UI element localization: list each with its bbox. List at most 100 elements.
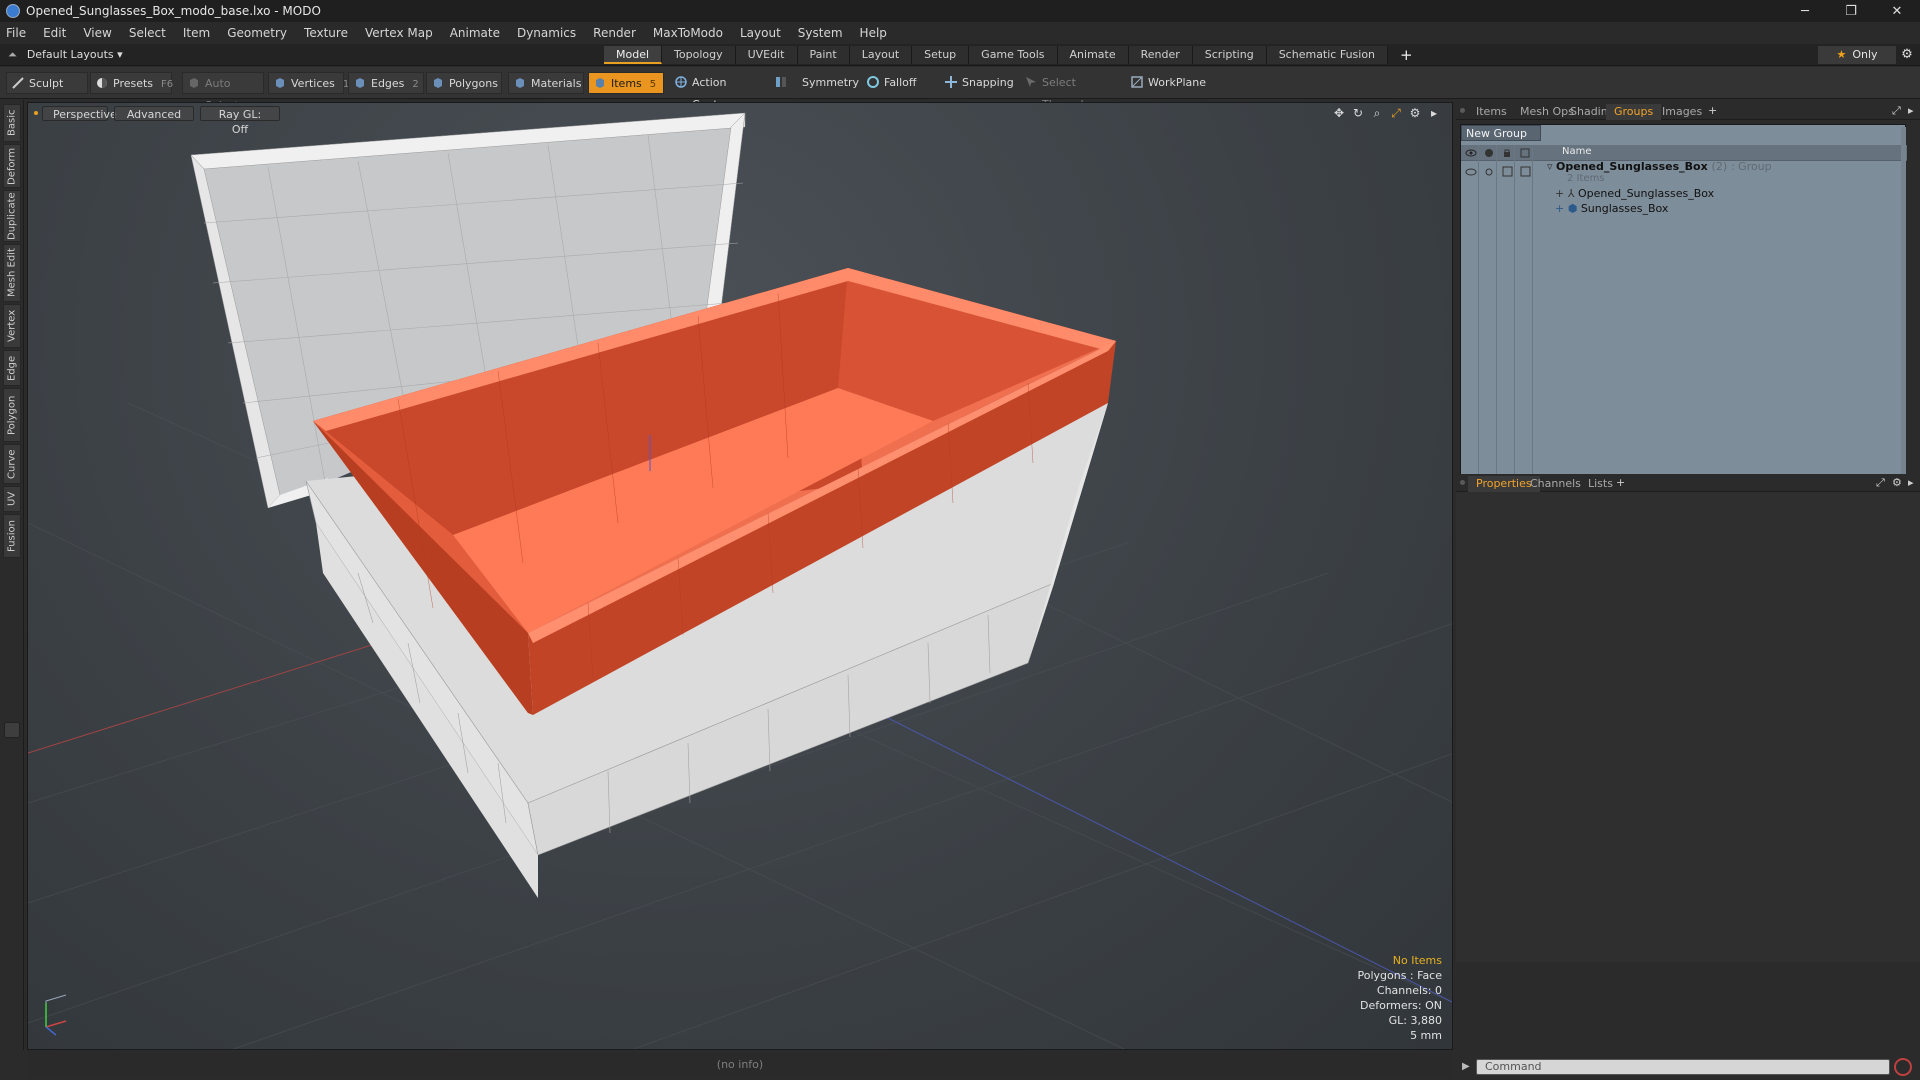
layout-gear-icon[interactable]: ⚙ — [1896, 46, 1918, 64]
add-tab-button[interactable]: + — [1388, 46, 1425, 64]
tab-animate[interactable]: Animate — [1057, 46, 1129, 64]
maximize-icon[interactable]: ⤢ — [1388, 106, 1404, 121]
layout-dropdown[interactable]: ⏶ Default Layouts ▾ — [8, 48, 123, 62]
edges-button[interactable]: Edges 2 — [348, 72, 424, 94]
menu-vertex-map[interactable]: Vertex Map — [365, 26, 433, 40]
menu-help[interactable]: Help — [860, 26, 887, 40]
tab-curve[interactable]: Curve — [3, 444, 21, 484]
menu-render[interactable]: Render — [593, 26, 636, 40]
tab-topology[interactable]: Topology — [662, 46, 736, 64]
shading-advanced-button[interactable]: Advanced — [114, 106, 194, 121]
menu-view[interactable]: View — [83, 26, 111, 40]
tab-duplicate[interactable]: Duplicate — [3, 190, 21, 242]
menu-animate[interactable]: Animate — [450, 26, 500, 40]
scene-canvas[interactable] — [28, 103, 1453, 1050]
expand-icon[interactable]: ⤢ — [1876, 476, 1885, 490]
tab-images[interactable]: Images — [1654, 104, 1710, 120]
tab-lists[interactable]: Lists — [1580, 476, 1621, 492]
menu-texture[interactable]: Texture — [304, 26, 348, 40]
minimize-button[interactable]: ─ — [1782, 0, 1828, 22]
rotate-icon[interactable]: ↻ — [1350, 106, 1366, 121]
command-record-button[interactable] — [1894, 1058, 1912, 1076]
tab-game-tools[interactable]: Game Tools — [969, 46, 1058, 64]
zoom-icon[interactable]: ⌕ — [1369, 106, 1385, 121]
add-panel-tab-button[interactable]: + — [1708, 104, 1717, 117]
tab-basic[interactable]: Basic — [3, 104, 21, 142]
items-button[interactable]: Items 5 — [588, 72, 664, 94]
move-icon[interactable]: ✥ — [1331, 106, 1347, 121]
restore-button[interactable]: ❐ — [1828, 0, 1874, 22]
menu-system[interactable]: System — [798, 26, 843, 40]
tab-layout[interactable]: Layout — [849, 46, 913, 64]
panel-arrow-icon[interactable]: ▸ — [1908, 104, 1914, 117]
command-history-icon[interactable]: ▶ — [1462, 1061, 1470, 1072]
tab-paint[interactable]: Paint — [797, 46, 850, 64]
presets-button[interactable]: Presets F6 — [90, 72, 173, 94]
action-center-button[interactable]: Action Center — [670, 72, 766, 111]
menu-edit[interactable]: Edit — [43, 26, 66, 40]
menu-geometry[interactable]: Geometry — [227, 26, 287, 40]
vertices-button[interactable]: Vertices 1 — [268, 72, 349, 94]
raygl-button[interactable]: Ray GL: Off — [200, 106, 280, 136]
menu-maxtomodo[interactable]: MaxToModo — [653, 26, 723, 40]
tab-items[interactable]: Items — [1468, 104, 1515, 120]
workplane-button[interactable]: WorkPlane — [1126, 72, 1212, 94]
panel-pin-icon[interactable] — [1460, 108, 1465, 113]
panel-pin-icon[interactable] — [1460, 480, 1465, 485]
tab-vertex[interactable]: Vertex — [3, 304, 21, 348]
materials-button[interactable]: Materials — [508, 72, 584, 94]
symmetry-button[interactable]: Symmetry — [770, 72, 860, 94]
panel-arrow-icon[interactable]: ▸ — [1908, 476, 1914, 489]
menu-select[interactable]: Select — [129, 26, 166, 40]
tab-uvedit[interactable]: UVEdit — [735, 46, 798, 64]
collapse-icon[interactable]: ⏶ — [8, 48, 17, 62]
polygons-button[interactable]: Polygons — [426, 72, 502, 94]
snapping-button[interactable]: Snapping — [940, 72, 1022, 94]
tab-polygon[interactable]: Polygon — [3, 388, 21, 442]
expand-icon[interactable]: ⤢ — [1892, 104, 1901, 118]
menu-item[interactable]: Item — [183, 26, 210, 40]
only-button[interactable]: ★ Only — [1818, 46, 1896, 64]
arrow-icon[interactable]: ▸ — [1426, 106, 1442, 121]
auto-select-button[interactable]: Auto Select — [182, 72, 264, 112]
tab-fusion[interactable]: Fusion — [3, 514, 21, 558]
tab-schematic-fusion[interactable]: Schematic Fusion — [1266, 46, 1389, 64]
new-group-button[interactable]: New Group — [1461, 125, 1541, 141]
tab-setup[interactable]: Setup — [912, 46, 970, 64]
tab-mesh-edit[interactable]: Mesh Edit — [3, 244, 21, 302]
add-panel-tab-button[interactable]: + — [1616, 476, 1625, 489]
falloff-icon — [867, 76, 879, 88]
3d-viewport[interactable]: Perspective Advanced Ray GL: Off ✥ ↻ ⌕ ⤢… — [27, 102, 1453, 1050]
polygons-label: Polygons — [449, 77, 498, 90]
group-child-row[interactable]: + ⬢ Sunglasses_Box — [1555, 201, 1668, 217]
tab-uv[interactable]: UV — [3, 486, 21, 512]
sculpt-button[interactable]: Sculpt — [6, 72, 88, 94]
panel-toggle-button[interactable] — [4, 722, 20, 738]
view-perspective-button[interactable]: Perspective — [42, 106, 117, 121]
group-icon: ▿ — [1547, 160, 1557, 173]
tab-channels[interactable]: Channels — [1522, 476, 1589, 492]
group-child-row[interactable]: + ⅄ Opened_Sunglasses_Box — [1555, 186, 1714, 202]
row-toggles — [1465, 166, 1531, 177]
tab-scripting[interactable]: Scripting — [1192, 46, 1267, 64]
tab-groups[interactable]: Groups — [1606, 104, 1662, 120]
settings-icon[interactable]: ⚙ — [1892, 476, 1902, 489]
viewport-menu-dot[interactable] — [34, 111, 38, 115]
group-child-name: Opened_Sunglasses_Box — [1577, 187, 1715, 200]
tab-edge[interactable]: Edge — [3, 350, 21, 386]
falloff-label: Falloff — [884, 76, 917, 89]
menu-dynamics[interactable]: Dynamics — [517, 26, 576, 40]
settings-icon[interactable]: ⚙ — [1407, 106, 1423, 121]
select-through-button[interactable]: Select Through — [1020, 72, 1124, 111]
tab-model[interactable]: Model — [604, 46, 663, 64]
menu-file[interactable]: File — [6, 26, 26, 40]
tab-render[interactable]: Render — [1128, 46, 1193, 64]
symmetry-icon — [776, 77, 786, 87]
materials-label: Materials — [531, 77, 582, 90]
close-button[interactable]: ✕ — [1874, 0, 1920, 22]
top-panel-tabs: Items Mesh Ops Shading Groups Images + ⤢… — [1456, 102, 1920, 120]
tab-deform[interactable]: Deform — [3, 144, 21, 188]
falloff-button[interactable]: Falloff — [862, 72, 942, 94]
menu-layout[interactable]: Layout — [740, 26, 781, 40]
command-input[interactable]: Command — [1476, 1059, 1890, 1075]
